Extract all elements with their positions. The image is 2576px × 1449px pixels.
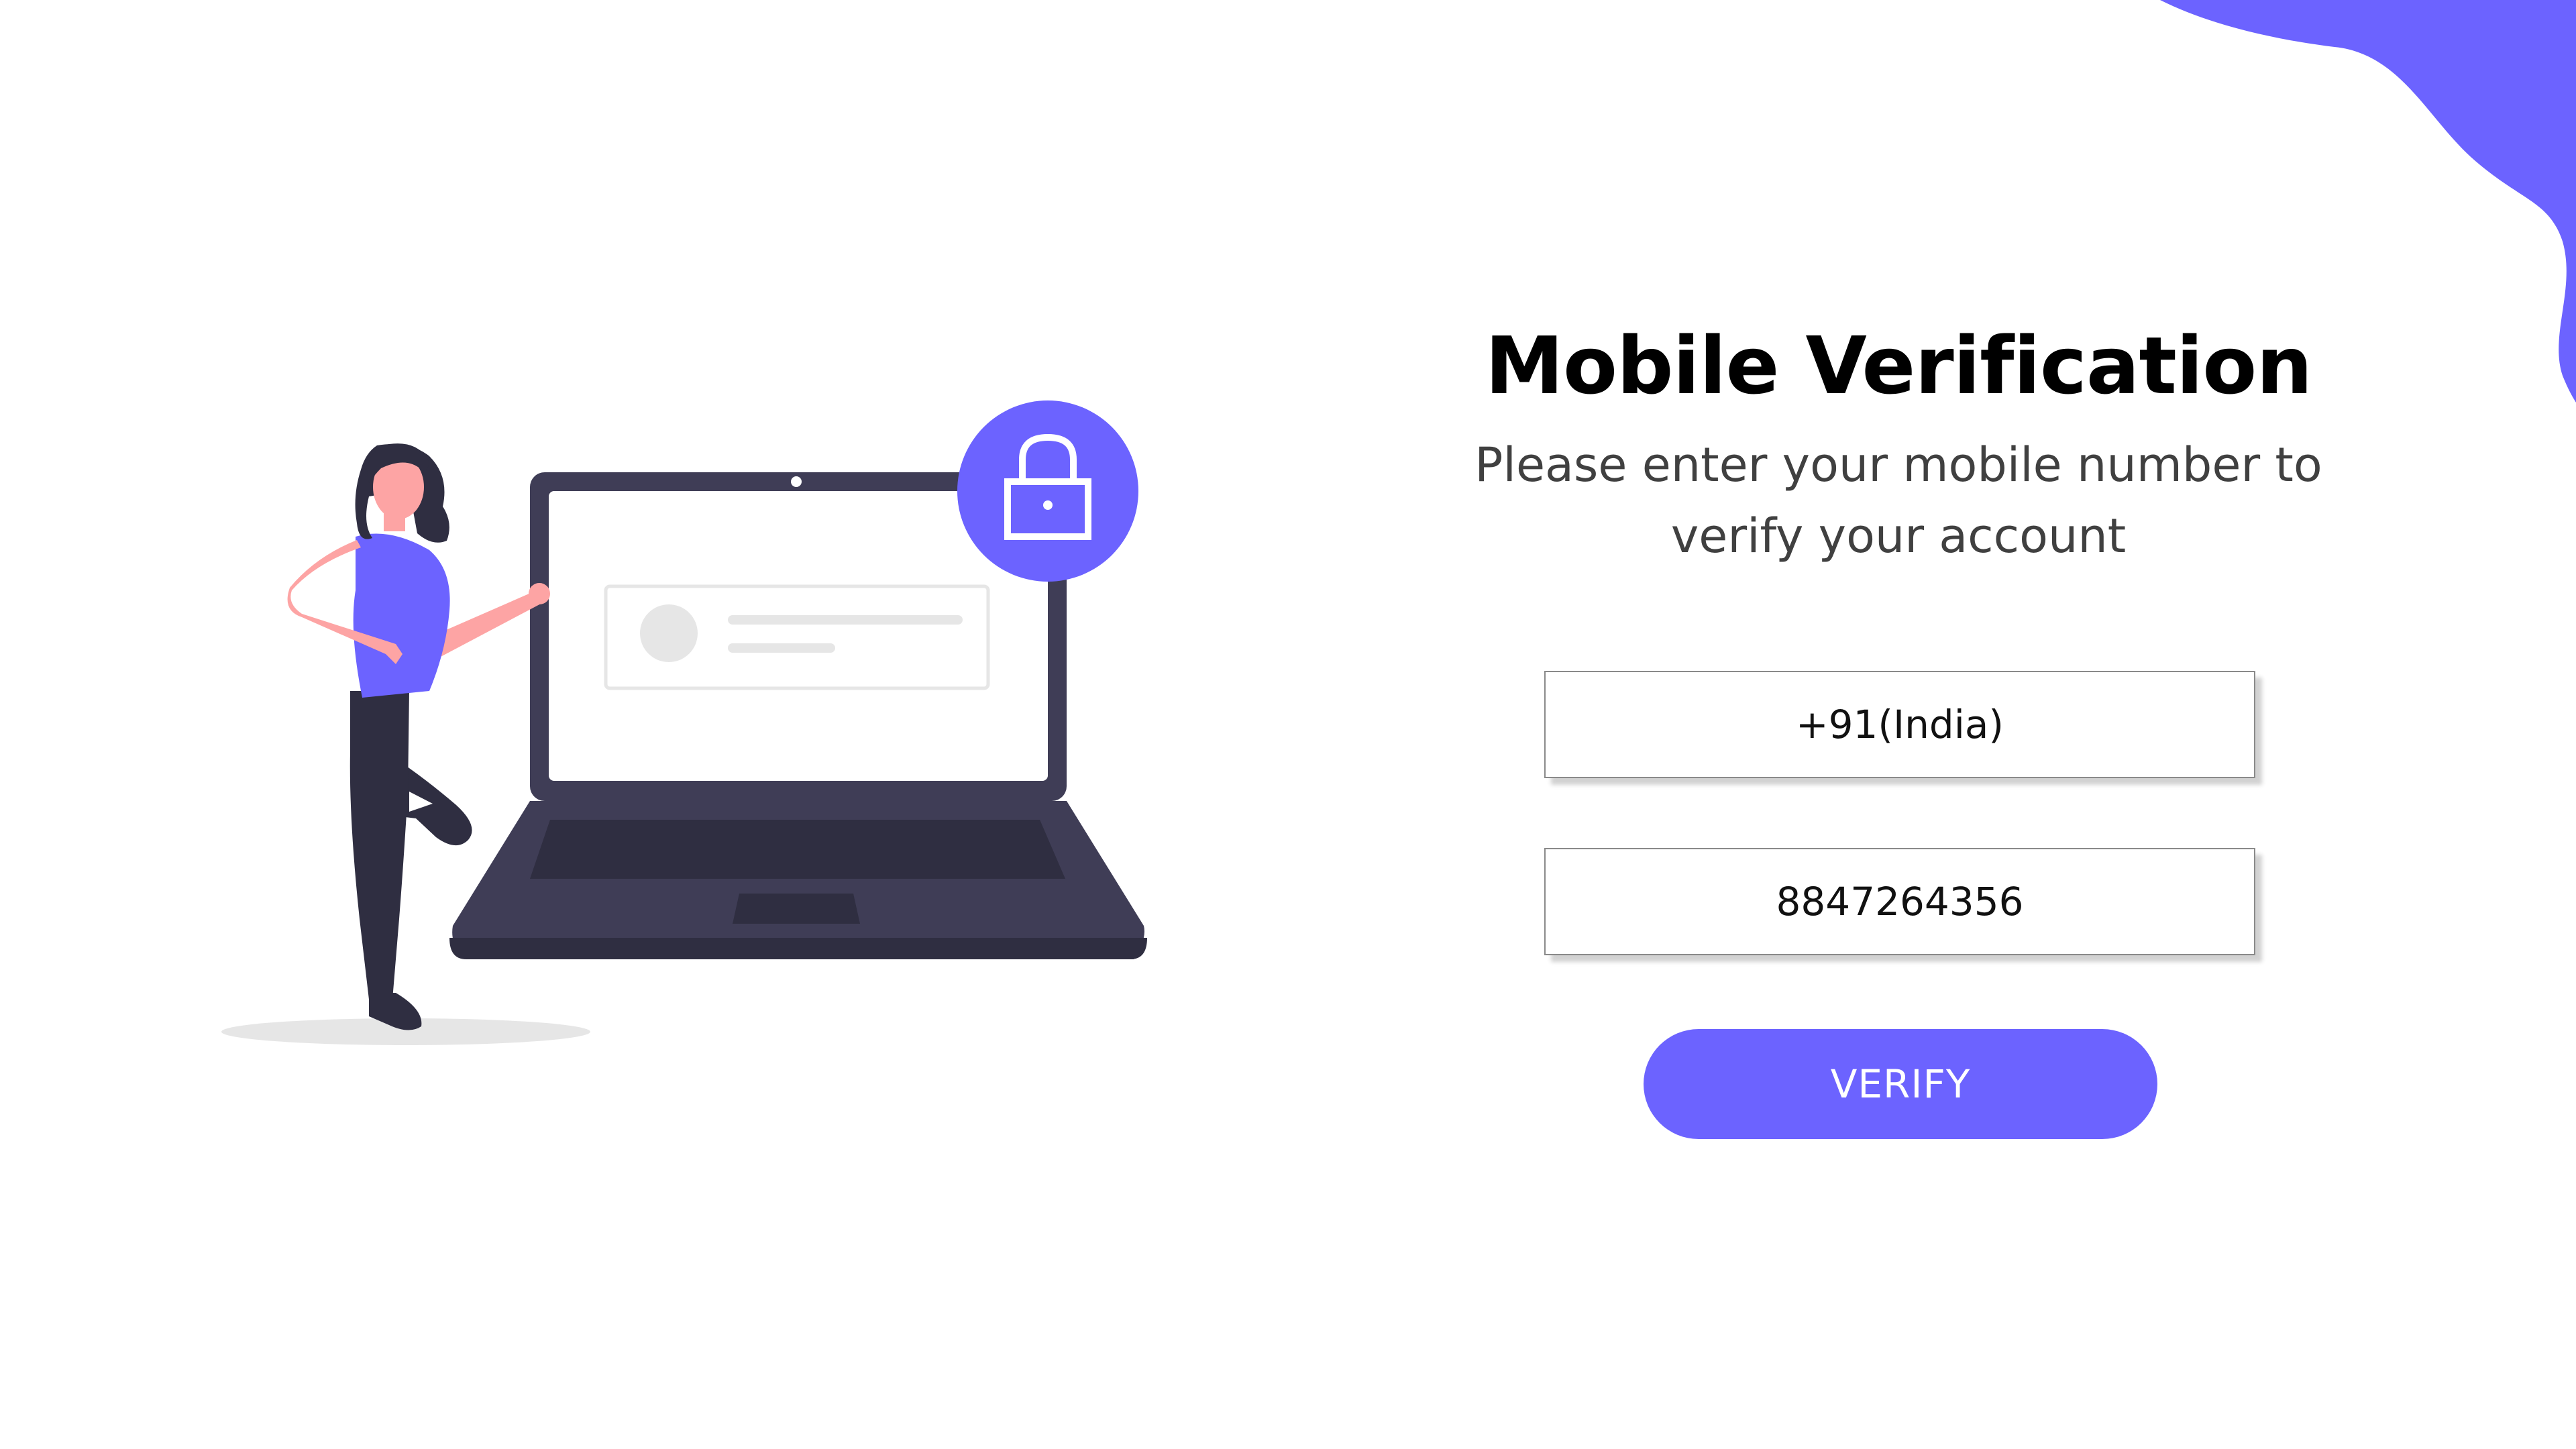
screen-card-line-1 (728, 615, 963, 625)
mobile-number-field[interactable] (1544, 848, 2255, 955)
country-code-input[interactable] (1546, 672, 2254, 777)
verification-page: Mobile Verification Please enter your mo… (0, 0, 2576, 1449)
country-code-field[interactable] (1544, 671, 2255, 778)
lock-badge (957, 400, 1138, 582)
woman-standing-leg (350, 691, 409, 1000)
mobile-number-input[interactable] (1546, 849, 2254, 954)
screen-card-line-2 (728, 643, 835, 653)
screen-card-avatar (640, 604, 698, 662)
laptop-touchpad (733, 894, 860, 924)
page-title: Mobile Verification (1485, 319, 2313, 412)
laptop-base-lip (449, 938, 1147, 959)
woman-shirt (353, 533, 450, 698)
page-subtitle: Please enter your mobile number to verif… (1474, 437, 2322, 564)
woman-with-laptop-illustration (221, 400, 1147, 1045)
verify-button[interactable]: VERIFY (1644, 1029, 2157, 1139)
laptop-keyboard (530, 820, 1065, 879)
laptop-camera (791, 476, 802, 487)
verification-form: Mobile Verification Please enter your mo… (1422, 309, 2375, 1181)
